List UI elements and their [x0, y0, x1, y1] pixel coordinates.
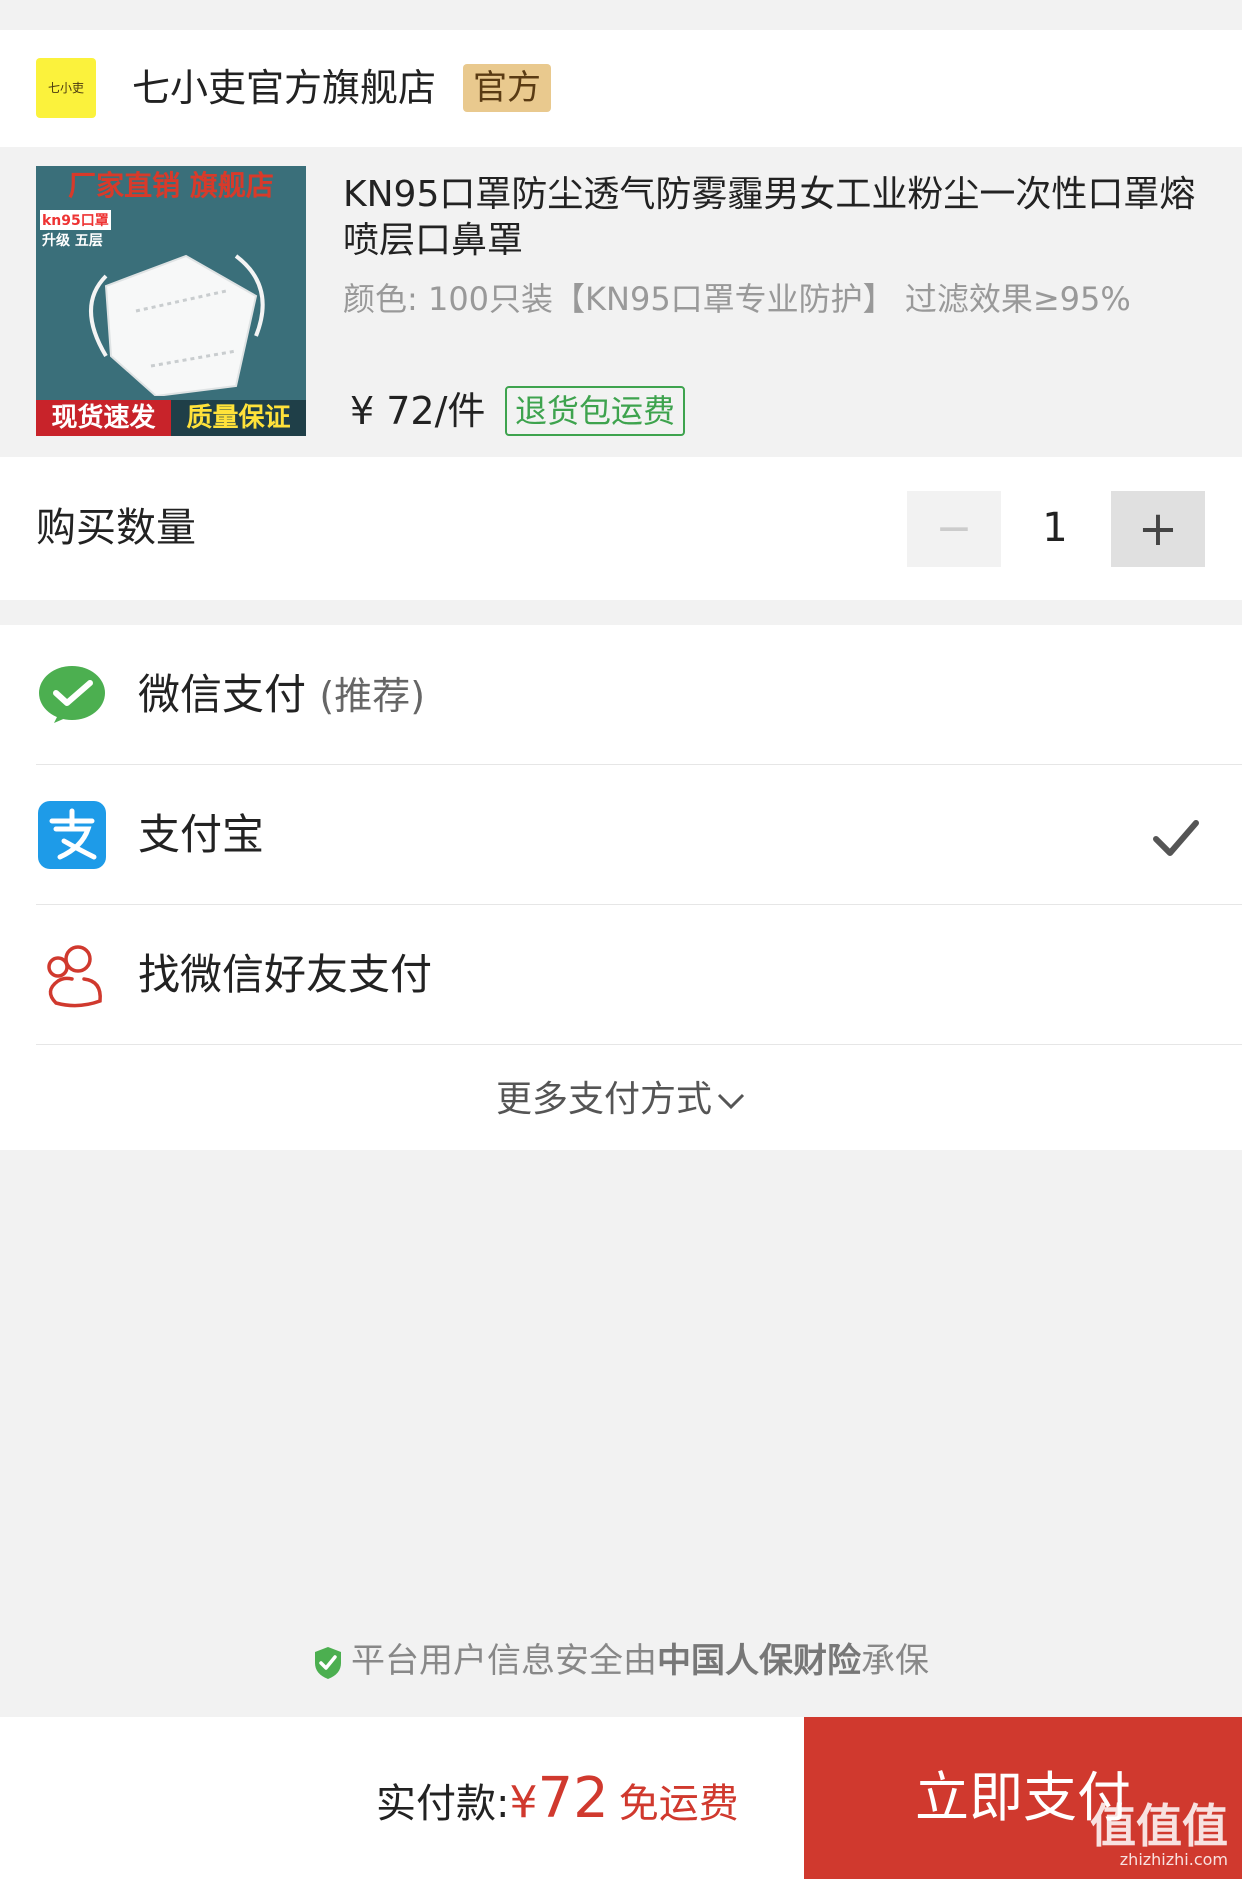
wechat-pay-label: 微信支付 [138, 670, 307, 719]
security-note: 平台用户信息安全由中国人保财险承保 [0, 1633, 1242, 1689]
free-shipping-label: 免运费 [618, 1781, 739, 1827]
chevron-down-icon [717, 1093, 745, 1110]
wechat-pay-icon [39, 666, 105, 723]
product-variant: 颜色: 100只装【KN95口罩专业防护】 过滤效果≥95% [343, 280, 1131, 318]
divider [36, 1044, 1242, 1045]
payment-option-label: 微信支付 (推荐) [138, 669, 425, 722]
payment-option-wechat[interactable]: 微信支付 (推荐) [0, 625, 1242, 765]
quantity-label: 购买数量 [36, 505, 196, 551]
selected-check-icon [1153, 820, 1199, 856]
more-payment-methods[interactable]: 更多支付方式 [0, 1050, 1242, 1150]
official-badge: 官方 [463, 64, 551, 112]
alipay-icon [38, 801, 106, 869]
product-price: ¥ 72/件 [350, 389, 486, 433]
security-brand: 中国人保财险 [657, 1641, 861, 1681]
payment-summary-label: 实付款: [376, 1781, 510, 1827]
product-image-bottom-right: 质量保证 [171, 400, 306, 436]
security-suffix: 承保 [861, 1641, 929, 1681]
product-image[interactable]: 厂家直销 旗舰店 kn95口罩 升级 五层 现货速发 质量保证 [36, 166, 306, 436]
watermark-text: 值值值 [1090, 1799, 1228, 1853]
return-shipping-badge: 退货包运费 [505, 386, 686, 436]
currency-symbol: ¥ [509, 1777, 538, 1828]
total-amount: 72 [537, 1766, 609, 1831]
product-image-top-text: 厂家直销 旗舰店 [68, 169, 274, 202]
alipay-label: 支付宝 [138, 810, 265, 859]
quantity-decrement-button[interactable]: − [907, 491, 1001, 567]
store-name[interactable]: 七小吏官方旗舰店 [132, 64, 436, 112]
watermark: 值值值 zhizhizhi.com [1090, 1790, 1228, 1869]
store-logo[interactable]: 七小吏 [36, 58, 96, 118]
payment-option-alipay[interactable]: 支付宝 [0, 765, 1242, 905]
product-image-bottom-left: 现货速发 [36, 400, 171, 436]
security-prefix: 平台用户信息安全由 [351, 1641, 657, 1681]
quantity-increment-button[interactable]: + [1111, 491, 1205, 567]
payment-summary: 实付款:¥72 免运费 [376, 1766, 739, 1837]
mask-illustration [89, 254, 265, 396]
store-logo-text: 七小吏 [47, 81, 84, 95]
shield-check-icon [315, 1646, 341, 1679]
product-title[interactable]: KN95口罩防尘透气防雾霾男女工业粉尘一次性口罩熔喷层口鼻罩 [343, 172, 1213, 264]
friend-pay-label: 找微信好友支付 [138, 950, 433, 999]
payment-option-friend[interactable]: 找微信好友支付 [0, 905, 1242, 1045]
friend-pay-icon [47, 945, 102, 1008]
wechat-pay-recommend: (推荐) [319, 674, 426, 718]
more-payment-label: 更多支付方式 [495, 1079, 712, 1120]
quantity-value[interactable]: 1 [1020, 500, 1090, 556]
